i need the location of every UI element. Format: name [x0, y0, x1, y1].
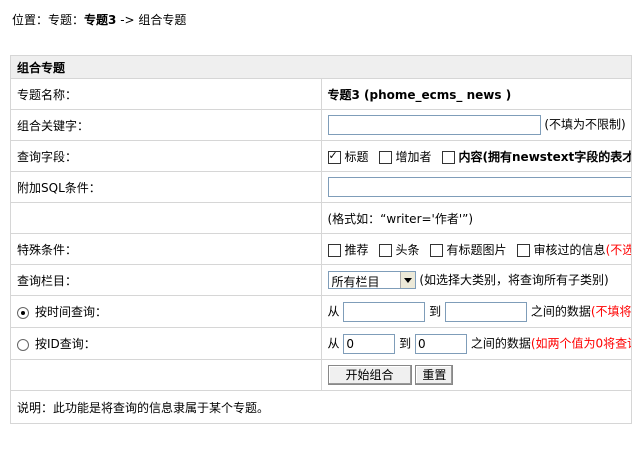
- time-hint: (不填将查询所有信息): [590, 304, 632, 318]
- column-select-value: 所有栏目: [331, 275, 380, 290]
- form-header: 组合专题: [10, 55, 632, 79]
- id-start-input[interactable]: [343, 333, 396, 354]
- column-label: 查询栏目：: [10, 264, 322, 296]
- id-between-label: 之间的数据: [470, 336, 531, 350]
- field-content-checkbox[interactable]: [441, 150, 455, 164]
- id-hint: (如两个值为0将查询所有信息): [530, 336, 631, 350]
- chevron-down-icon[interactable]: [399, 272, 415, 289]
- breadcrumb: 位置：专题：专题3 -> 组合专题: [12, 11, 186, 28]
- time-query-label: 按时间查询：: [35, 305, 108, 319]
- id-query-label: 按ID查询：: [35, 337, 96, 351]
- field-author-label: 增加者: [395, 149, 432, 164]
- field-content-label: 内容(拥有newstext字段的表才有效): [458, 149, 632, 164]
- id-from-label: 从: [327, 336, 340, 350]
- id-to-label: 到: [399, 336, 412, 350]
- start-combine-button[interactable]: 开始组合: [327, 365, 412, 385]
- id-end-input[interactable]: [415, 333, 468, 354]
- sql-label: 附加SQL条件：: [10, 171, 322, 203]
- special-titlepic-checkbox[interactable]: [429, 243, 443, 257]
- topic-name-label: 专题名称：: [10, 78, 322, 110]
- time-to-label: 到: [429, 304, 442, 318]
- special-titlepic-label: 有标题图片: [446, 242, 507, 257]
- time-query-radio[interactable]: [17, 306, 29, 319]
- keyword-hint: (不填为不限制): [544, 117, 626, 132]
- breadcrumb-label: 位置：: [12, 13, 49, 27]
- fields-label: 查询字段：: [10, 140, 322, 172]
- reset-button[interactable]: 重置: [415, 365, 454, 385]
- special-label: 特殊条件：: [10, 233, 322, 265]
- time-from-label: 从: [327, 304, 340, 318]
- breadcrumb-separator: ：: [72, 13, 85, 27]
- sql-condition-input[interactable]: [327, 177, 631, 197]
- special-recommend-checkbox[interactable]: [327, 243, 341, 257]
- field-title-label: 标题: [344, 149, 369, 164]
- column-select[interactable]: 所有栏目: [327, 271, 416, 290]
- time-between-label: 之间的数据: [530, 304, 591, 318]
- breadcrumb-arrow: ->: [116, 13, 139, 27]
- special-checked-label: 审核过的信息: [533, 242, 606, 257]
- breadcrumb-section-link[interactable]: 专题: [48, 13, 72, 27]
- combine-topic-form: 组合专题 专题名称： 专题3 (phome_ecms_ news ) 组合关键字…: [10, 55, 632, 424]
- id-query-radio[interactable]: [17, 338, 29, 351]
- special-headline-label: 头条: [395, 242, 420, 257]
- topic-name-value: 专题3 (phome_ecms_ news ): [327, 87, 512, 102]
- form-note: 说明：此功能是将查询的信息隶属于某个专题。: [10, 390, 632, 424]
- special-recommend-label: 推荐: [344, 242, 369, 257]
- special-headline-checkbox[interactable]: [378, 243, 392, 257]
- column-hint: (如选择大类别，将查询所有子类别): [419, 272, 609, 287]
- keyword-input[interactable]: [327, 115, 541, 135]
- time-end-input[interactable]: [445, 301, 528, 322]
- breadcrumb-topic-link[interactable]: 专题3: [84, 13, 116, 27]
- sql-format-hint: (格式如：“writer='作者'”): [320, 202, 632, 234]
- breadcrumb-current: 组合专题: [138, 13, 187, 27]
- time-start-input[interactable]: [343, 301, 426, 322]
- special-hint: (不选为不限制): [605, 242, 631, 257]
- keyword-label: 组合关键字：: [10, 109, 322, 141]
- field-author-checkbox[interactable]: [378, 150, 392, 164]
- special-checked-checkbox[interactable]: [516, 243, 530, 257]
- field-title-checkbox[interactable]: [327, 149, 341, 164]
